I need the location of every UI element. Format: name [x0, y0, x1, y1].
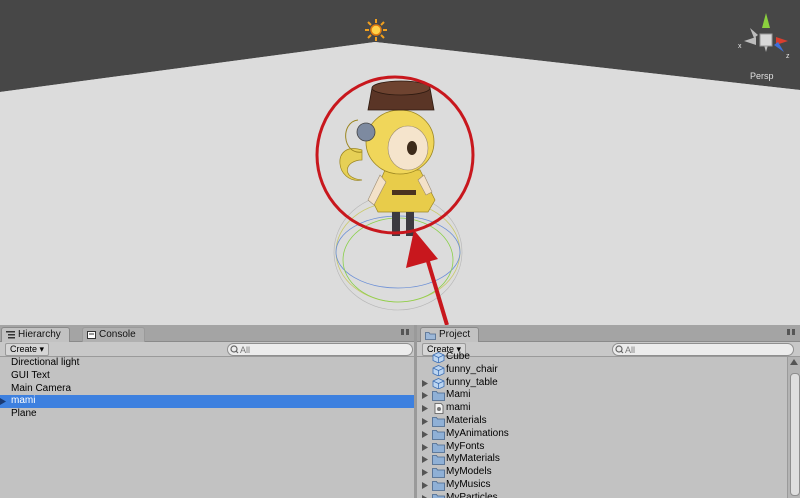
project-item[interactable]: MyModels [417, 466, 787, 479]
panel-menu-icon[interactable] [786, 328, 796, 338]
expand-arrow-icon[interactable] [422, 417, 428, 425]
project-item-label: MyModels [446, 466, 492, 478]
project-item[interactable]: Mami [417, 389, 787, 402]
project-item[interactable]: funny_table [417, 377, 787, 390]
hierarchy-item-label: Main Camera [11, 382, 72, 394]
hierarchy-item-label: Plane [11, 408, 37, 420]
project-item-label: MyMaterials [446, 453, 500, 465]
project-item[interactable]: funny_chair [417, 364, 787, 377]
console-icon [87, 331, 96, 339]
expand-arrow-icon[interactable] [422, 481, 428, 489]
hierarchy-icon [6, 331, 15, 339]
project-item-label: Materials [446, 414, 487, 426]
folder-icon [432, 481, 445, 491]
expand-arrow-icon[interactable] [422, 405, 428, 413]
project-item[interactable]: MyMusics [417, 479, 787, 492]
tab-hierarchy[interactable]: Hierarchy [1, 327, 70, 342]
hierarchy-item[interactable]: GUI Text [0, 370, 414, 383]
folder-icon [432, 417, 445, 427]
tab-console[interactable]: Console [82, 327, 145, 342]
project-panel: Project Create ▾ All Cube funny_chair funn… [417, 325, 800, 498]
project-item-label: Cube [446, 351, 470, 362]
project-item-label: mami [446, 402, 471, 414]
prefab-icon [432, 377, 445, 389]
project-list: Cube funny_chair funny_table Mami mami Materi… [417, 351, 787, 498]
project-tabbar: Project [417, 325, 800, 342]
expand-arrow-icon[interactable] [422, 430, 428, 438]
panel-menu-icon[interactable] [400, 328, 410, 338]
expand-arrow-icon[interactable] [422, 379, 428, 387]
project-item-label: MyFonts [446, 440, 485, 452]
project-item-label: funny_chair [446, 363, 498, 375]
expand-arrow-icon[interactable] [422, 456, 428, 464]
hierarchy-list: Directional light GUI Text Main Camera mami… [0, 357, 414, 498]
project-item[interactable]: Materials [417, 415, 787, 428]
folder-icon [432, 455, 445, 466]
hierarchy-item-label: mami [11, 395, 36, 407]
hierarchy-item-label: Directional light [11, 357, 80, 368]
project-item[interactable]: mami [417, 402, 787, 415]
folder-icon [432, 468, 445, 479]
hierarchy-item[interactable]: Main Camera [0, 383, 414, 396]
tab-project[interactable]: Project [420, 327, 480, 342]
project-item[interactable]: MyParticles [417, 492, 787, 498]
project-item-label: funny_table [446, 376, 498, 388]
file-icon [434, 403, 444, 415]
hierarchy-item[interactable]: mami [0, 395, 414, 409]
scrollbar-thumb[interactable] [790, 373, 800, 496]
search-icon [230, 345, 239, 354]
project-scrollbar[interactable] [787, 357, 800, 498]
prefab-icon [432, 352, 445, 363]
expand-arrow-icon[interactable] [0, 398, 6, 406]
hierarchy-toolbar: Create ▾ All [0, 342, 414, 357]
hierarchy-panel: Hierarchy Console Create ▾ All Direction… [0, 325, 414, 498]
annotation-arrow [406, 230, 449, 325]
hierarchy-item[interactable]: Directional light [0, 357, 414, 370]
scene-view[interactable]: x z Persp [0, 0, 800, 325]
folder-icon [432, 493, 445, 498]
folder-icon [432, 429, 445, 440]
hierarchy-tabbar: Hierarchy Console [0, 325, 414, 342]
project-item-label: MyParticles [446, 491, 498, 498]
hierarchy-create-button[interactable]: Create ▾ [5, 343, 50, 356]
hierarchy-item[interactable]: Plane [0, 408, 414, 421]
expand-arrow-icon[interactable] [422, 392, 428, 400]
project-item[interactable]: Cube [417, 351, 787, 364]
folder-icon [432, 391, 445, 402]
project-item[interactable]: MyAnimations [417, 428, 787, 441]
project-item[interactable]: MyFonts [417, 441, 787, 454]
prefab-icon [432, 364, 445, 376]
folder-icon [425, 331, 436, 340]
project-item-label: Mami [446, 389, 471, 401]
expand-arrow-icon[interactable] [422, 443, 428, 451]
search-placeholder: All [240, 344, 251, 355]
scroll-up-icon[interactable] [790, 359, 798, 365]
hierarchy-search-field[interactable]: All [227, 343, 413, 356]
project-item-label: MyMusics [446, 478, 491, 490]
project-item[interactable]: MyMaterials [417, 453, 787, 466]
folder-icon [432, 442, 445, 453]
expand-arrow-icon[interactable] [422, 469, 428, 477]
hierarchy-item-label: GUI Text [11, 369, 50, 381]
project-item-label: MyAnimations [446, 427, 509, 439]
